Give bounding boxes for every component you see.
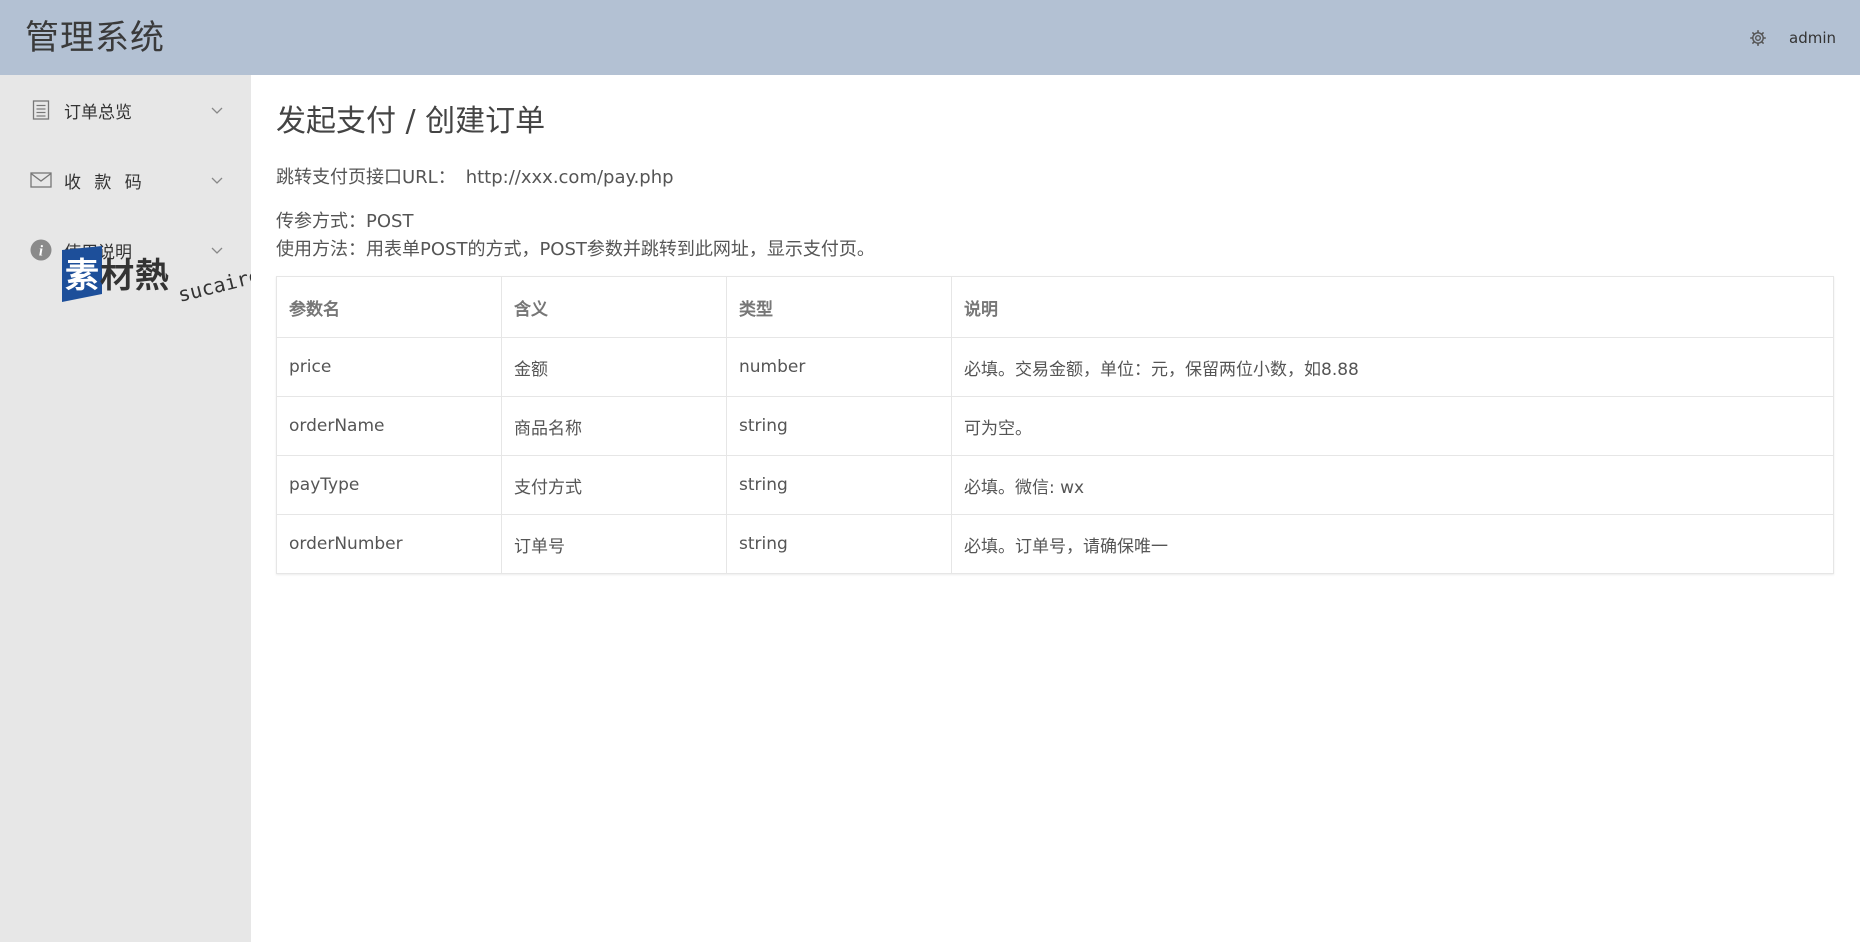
param-table: 参数名 含义 类型 说明 price 金额 number 必填。交易金额，单位：… [276, 276, 1834, 574]
table-cell: number [726, 337, 952, 397]
sidebar: 订单总览 收 款 码 i 使用说明 [0, 75, 251, 942]
table-cell: string [726, 514, 952, 574]
table-header-cell: 说明 [951, 276, 1834, 338]
envelope-icon [30, 169, 52, 191]
table-header-row: 参数名 含义 类型 说明 [276, 276, 1834, 338]
table-cell: orderNumber [276, 514, 502, 574]
sidebar-item-instructions[interactable]: i 使用说明 [0, 215, 251, 285]
table-cell: 必填。订单号，请确保唯一 [951, 514, 1834, 574]
app-title: 管理系统 [25, 17, 165, 58]
table-cell: 商品名称 [501, 396, 727, 456]
table-row: price 金额 number 必填。交易金额，单位：元，保留两位小数，如8.8… [276, 337, 1834, 397]
main-content: 发起支付 / 创建订单 跳转支付页接口URL： http://xxx.com/pa… [251, 75, 1860, 942]
table-cell: 金额 [501, 337, 727, 397]
api-url-value: http://xxx.com/pay.php [465, 167, 674, 188]
api-url-line: 跳转支付页接口URL： http://xxx.com/pay.php [276, 163, 674, 189]
sidebar-item-payment-code[interactable]: 收 款 码 [0, 145, 251, 215]
chevron-down-icon [211, 247, 223, 254]
table-cell: price [276, 337, 502, 397]
chevron-down-icon [211, 177, 223, 184]
api-url-label: 跳转支付页接口URL： [276, 167, 456, 188]
table-header-cell: 类型 [726, 276, 952, 338]
page-title: 发起支付 / 创建订单 [276, 104, 546, 139]
table-cell: 可为空。 [951, 396, 1834, 456]
top-header: 管理系统 admin [0, 0, 1860, 75]
table-cell: orderName [276, 396, 502, 456]
table-cell: 必填。微信: wx [951, 455, 1834, 515]
table-row: payType 支付方式 string 必填。微信: wx [276, 455, 1834, 515]
header-user-area: admin [1749, 29, 1836, 47]
table-cell: payType [276, 455, 502, 515]
document-list-icon [30, 99, 52, 121]
sidebar-item-label: 订单总览 [64, 102, 132, 123]
sidebar-item-label: 收 款 码 [64, 172, 146, 193]
table-cell: 必填。交易金额，单位：元，保留两位小数，如8.88 [951, 337, 1834, 397]
usage-line: 使用方法：用表单POST的方式，POST参数并跳转到此网址，显示支付页。 [276, 239, 875, 260]
table-cell: string [726, 396, 952, 456]
table-header-cell: 含义 [501, 276, 727, 338]
table-header-cell: 参数名 [276, 276, 502, 338]
param-method-line: 传参方式：POST [276, 211, 414, 232]
table-cell: string [726, 455, 952, 515]
table-cell: 支付方式 [501, 455, 727, 515]
table-cell: 订单号 [501, 514, 727, 574]
username-link[interactable]: admin [1789, 29, 1836, 47]
table-row: orderNumber 订单号 string 必填。订单号，请确保唯一 [276, 514, 1834, 574]
table-row: orderName 商品名称 string 可为空。 [276, 396, 1834, 456]
gear-icon[interactable] [1749, 29, 1767, 47]
info-circle-icon: i [30, 239, 52, 261]
sidebar-item-label: 使用说明 [64, 242, 132, 263]
chevron-down-icon [211, 107, 223, 114]
sidebar-item-orders-overview[interactable]: 订单总览 [0, 75, 251, 145]
